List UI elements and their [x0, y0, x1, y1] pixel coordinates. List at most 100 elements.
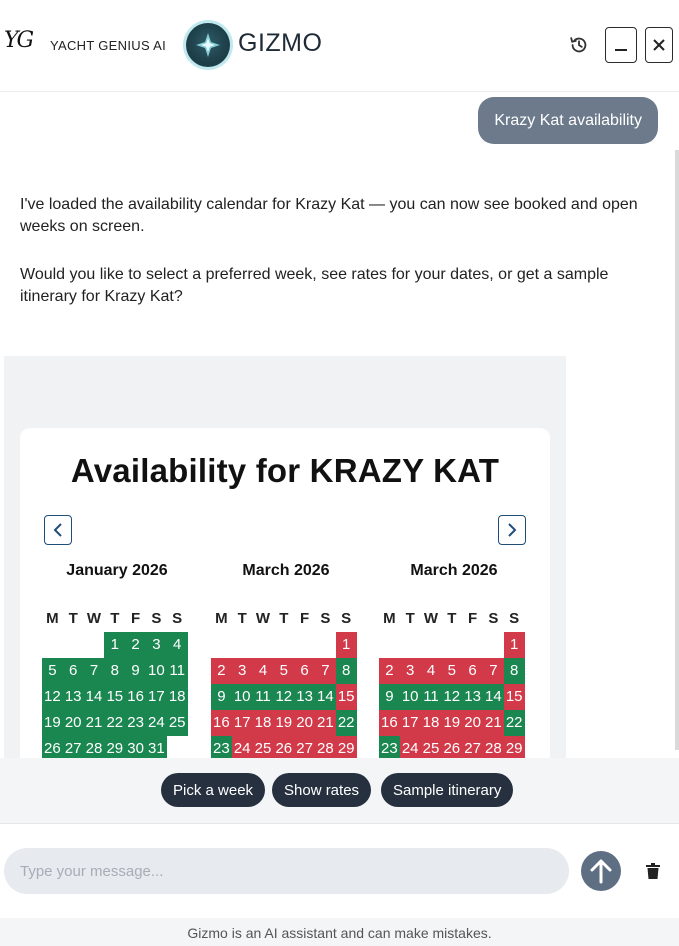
available-day[interactable]: 24: [145, 710, 167, 736]
available-day[interactable]: 10: [399, 684, 421, 710]
header: YG YACHT GENIUS AI GIZMO: [0, 0, 679, 92]
booked-day[interactable]: 5: [273, 658, 295, 684]
available-day[interactable]: 9: [211, 684, 232, 710]
available-day[interactable]: 12: [42, 684, 63, 710]
available-day[interactable]: 2: [125, 632, 146, 658]
booked-day[interactable]: 17: [399, 710, 421, 736]
available-day[interactable]: 10: [145, 658, 167, 684]
empty-day-cell: [483, 632, 504, 658]
booked-day[interactable]: 3: [231, 658, 253, 684]
available-day[interactable]: 7: [83, 658, 105, 684]
chat-scrollbar[interactable]: [675, 150, 679, 750]
booked-day[interactable]: 3: [399, 658, 421, 684]
available-day[interactable]: 19: [42, 710, 63, 736]
available-day[interactable]: 23: [125, 710, 146, 736]
booked-day[interactable]: 16: [211, 710, 232, 736]
available-day[interactable]: 13: [294, 684, 315, 710]
booked-day[interactable]: 20: [462, 710, 483, 736]
available-day[interactable]: 3: [145, 632, 167, 658]
yacht-genius-logo: YG: [4, 28, 34, 53]
available-day[interactable]: 20: [62, 710, 84, 736]
weekday-header: T: [447, 610, 457, 627]
available-day[interactable]: 8: [503, 658, 525, 684]
booked-day[interactable]: 21: [482, 710, 504, 736]
quick-reply-sample-itinerary[interactable]: Sample itinerary: [381, 773, 514, 807]
booked-day[interactable]: 2: [211, 658, 232, 684]
available-day[interactable]: 8: [104, 658, 126, 684]
available-day[interactable]: 11: [166, 658, 188, 684]
available-day[interactable]: 11: [420, 684, 442, 710]
available-day[interactable]: 22: [503, 710, 525, 736]
booked-day[interactable]: 6: [294, 658, 315, 684]
send-button[interactable]: [581, 851, 621, 891]
available-day[interactable]: 11: [252, 684, 274, 710]
close-button[interactable]: [645, 27, 673, 63]
assistant-message: Would you like to select a preferred wee…: [20, 266, 609, 305]
available-day[interactable]: 9: [125, 658, 146, 684]
available-day[interactable]: 14: [482, 684, 504, 710]
booked-day[interactable]: 4: [420, 658, 442, 684]
weekday-header: M: [215, 610, 228, 627]
available-day[interactable]: 18: [166, 684, 188, 710]
available-day[interactable]: 8: [335, 658, 357, 684]
weekday-header-row: MTWTFSS: [379, 610, 529, 630]
available-day[interactable]: 13: [462, 684, 483, 710]
available-day[interactable]: 13: [62, 684, 84, 710]
weekday-header: W: [86, 610, 102, 627]
clear-chat-button[interactable]: [644, 862, 662, 880]
booked-day[interactable]: 15: [335, 684, 357, 710]
available-day[interactable]: 14: [83, 684, 105, 710]
message-input[interactable]: [20, 862, 540, 880]
available-day[interactable]: 14: [314, 684, 336, 710]
available-day[interactable]: 25: [166, 710, 188, 736]
available-day[interactable]: 9: [379, 684, 400, 710]
empty-day-cell: [273, 632, 294, 658]
brand-name: YACHT GENIUS AI: [50, 38, 166, 53]
booked-day[interactable]: 18: [420, 710, 442, 736]
empty-day-cell: [421, 632, 442, 658]
booked-day[interactable]: 15: [503, 684, 525, 710]
assistant-message: I've loaded the availability calendar fo…: [20, 196, 638, 235]
available-day[interactable]: 16: [125, 684, 146, 710]
booked-day[interactable]: 20: [294, 710, 315, 736]
booked-day[interactable]: 2: [379, 658, 400, 684]
booked-day[interactable]: 5: [441, 658, 463, 684]
minimize-button[interactable]: [605, 27, 637, 63]
history-button[interactable]: [567, 33, 591, 57]
available-day[interactable]: 10: [231, 684, 253, 710]
available-day[interactable]: 17: [145, 684, 167, 710]
booked-day[interactable]: 7: [482, 658, 504, 684]
booked-day[interactable]: 19: [273, 710, 295, 736]
booked-day[interactable]: 19: [441, 710, 463, 736]
available-day[interactable]: 5: [42, 658, 63, 684]
booked-day[interactable]: 16: [379, 710, 400, 736]
empty-day-cell: [42, 632, 63, 658]
booked-day[interactable]: 4: [252, 658, 274, 684]
booked-day[interactable]: 7: [314, 658, 336, 684]
day-grid: 1 2 3 4 5 6 7 8 9 10 11 12 13 14 15 16 17 18 19 20 21 22 23 24 2…: [379, 632, 529, 762]
available-day[interactable]: 21: [83, 710, 105, 736]
booked-day[interactable]: 6: [462, 658, 483, 684]
quick-reply-pick-week[interactable]: Pick a week: [161, 773, 266, 807]
available-day[interactable]: 22: [104, 710, 126, 736]
available-day[interactable]: 1: [104, 632, 126, 658]
trash-icon: [646, 863, 660, 879]
available-day[interactable]: 12: [273, 684, 295, 710]
available-day[interactable]: 12: [441, 684, 463, 710]
booked-day[interactable]: 21: [314, 710, 336, 736]
chevron-left-icon: [53, 523, 62, 537]
next-month-button[interactable]: [498, 515, 526, 545]
assistant-title: GIZMO: [238, 29, 323, 57]
booked-day[interactable]: 1: [335, 632, 357, 658]
weekday-header: F: [131, 610, 141, 627]
available-day[interactable]: 4: [166, 632, 188, 658]
booked-day[interactable]: 1: [503, 632, 525, 658]
available-day[interactable]: 6: [62, 658, 84, 684]
weekday-header: S: [488, 610, 499, 627]
available-day[interactable]: 15: [104, 684, 126, 710]
booked-day[interactable]: 18: [252, 710, 274, 736]
booked-day[interactable]: 17: [231, 710, 253, 736]
quick-reply-show-rates[interactable]: Show rates: [272, 773, 372, 807]
previous-month-button[interactable]: [44, 515, 72, 545]
available-day[interactable]: 22: [335, 710, 357, 736]
